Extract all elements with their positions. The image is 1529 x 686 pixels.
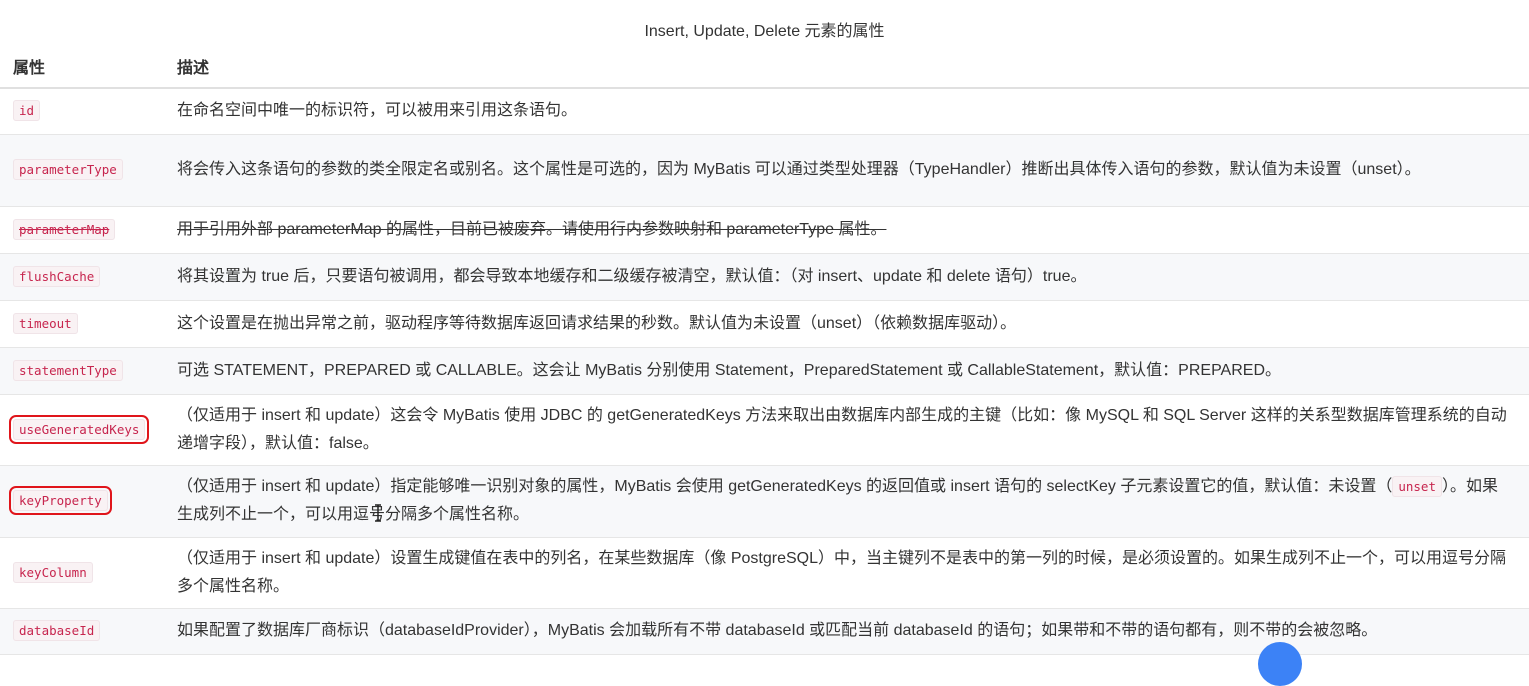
table-row: keyProperty （仅适用于 insert 和 update）指定能够唯一… — [0, 465, 1529, 537]
table-row: statementType 可选 STATEMENT，PREPARED 或 CA… — [0, 347, 1529, 394]
floating-action-icon[interactable] — [1258, 642, 1302, 686]
code-unset: unset — [1392, 476, 1442, 497]
header-attribute: 属性 — [0, 45, 164, 89]
table-row: useGeneratedKeys （仅适用于 insert 和 update）这… — [0, 394, 1529, 465]
attr-keyColumn: keyColumn — [13, 561, 93, 583]
header-description: 描述 — [164, 45, 1529, 89]
attr-statementType: statementType — [13, 359, 123, 381]
desc-keyColumn: （仅适用于 insert 和 update）设置生成键值在表中的列名，在某些数据… — [177, 549, 1507, 595]
desc-statementType: 可选 STATEMENT，PREPARED 或 CALLABLE。这会让 MyB… — [177, 361, 1282, 379]
attr-timeout: timeout — [13, 312, 78, 334]
desc-id: 在命名空间中唯一的标识符，可以被用来引用这条语句。 — [177, 102, 578, 120]
table-row: databaseId 如果配置了数据库厂商标识（databaseIdProvid… — [0, 608, 1529, 654]
desc-parameterMap: 用于引用外部 parameterMap 的属性，目前已被废弃。请使用行内参数映射… — [177, 220, 887, 238]
table-row: keyColumn （仅适用于 insert 和 update）设置生成键值在表… — [0, 537, 1529, 608]
table-row: parameterMap 用于引用外部 parameterMap 的属性，目前已… — [0, 206, 1529, 253]
table-row: parameterType 将会传入这条语句的参数的类全限定名或别名。这个属性是… — [0, 134, 1529, 206]
desc-keyProperty-before: （仅适用于 insert 和 update）指定能够唯一识别对象的属性，MyBa… — [177, 478, 1393, 495]
desc-flushCache: 将其设置为 true 后，只要语句被调用，都会导致本地缓存和二级缓存被清空，默认… — [177, 267, 1087, 285]
attr-parameterType: parameterType — [13, 159, 123, 180]
desc-parameterType: 将会传入这条语句的参数的类全限定名或别名。这个属性是可选的，因为 MyBatis… — [177, 161, 1421, 178]
attr-useGeneratedKeys: useGeneratedKeys — [8, 414, 150, 444]
table-row: timeout 这个设置是在抛出异常之前，驱动程序等待数据库返回请求结果的秒数。… — [0, 300, 1529, 347]
attr-id: id — [13, 100, 41, 122]
desc-keyProperty: （仅适用于 insert 和 update）指定能够唯一识别对象的属性，MyBa… — [164, 465, 1529, 537]
desc-timeout: 这个设置是在抛出异常之前，驱动程序等待数据库返回请求结果的秒数。默认值为未设置（… — [177, 314, 1017, 332]
table-caption: Insert, Update, Delete 元素的属性 — [644, 23, 885, 40]
desc-useGeneratedKeys: （仅适用于 insert 和 update）这会令 MyBatis 使用 JDB… — [177, 406, 1507, 452]
desc-databaseId: 如果配置了数据库厂商标识（databaseIdProvider），MyBatis… — [177, 622, 1378, 639]
attr-parameterMap: parameterMap — [13, 218, 116, 240]
attr-flushCache: flushCache — [13, 265, 101, 287]
attributes-table: 属性 描述 id 在命名空间中唯一的标识符，可以被用来引用这条语句。 param… — [0, 45, 1529, 655]
text-cursor-icon — [375, 504, 381, 522]
attr-keyProperty: keyProperty — [9, 486, 112, 515]
table-header-row: 属性 描述 — [0, 45, 1529, 89]
table-row: flushCache 将其设置为 true 后，只要语句被调用，都会导致本地缓存… — [0, 253, 1529, 300]
table-row: id 在命名空间中唯一的标识符，可以被用来引用这条语句。 — [0, 88, 1529, 134]
attr-databaseId: databaseId — [13, 620, 101, 641]
